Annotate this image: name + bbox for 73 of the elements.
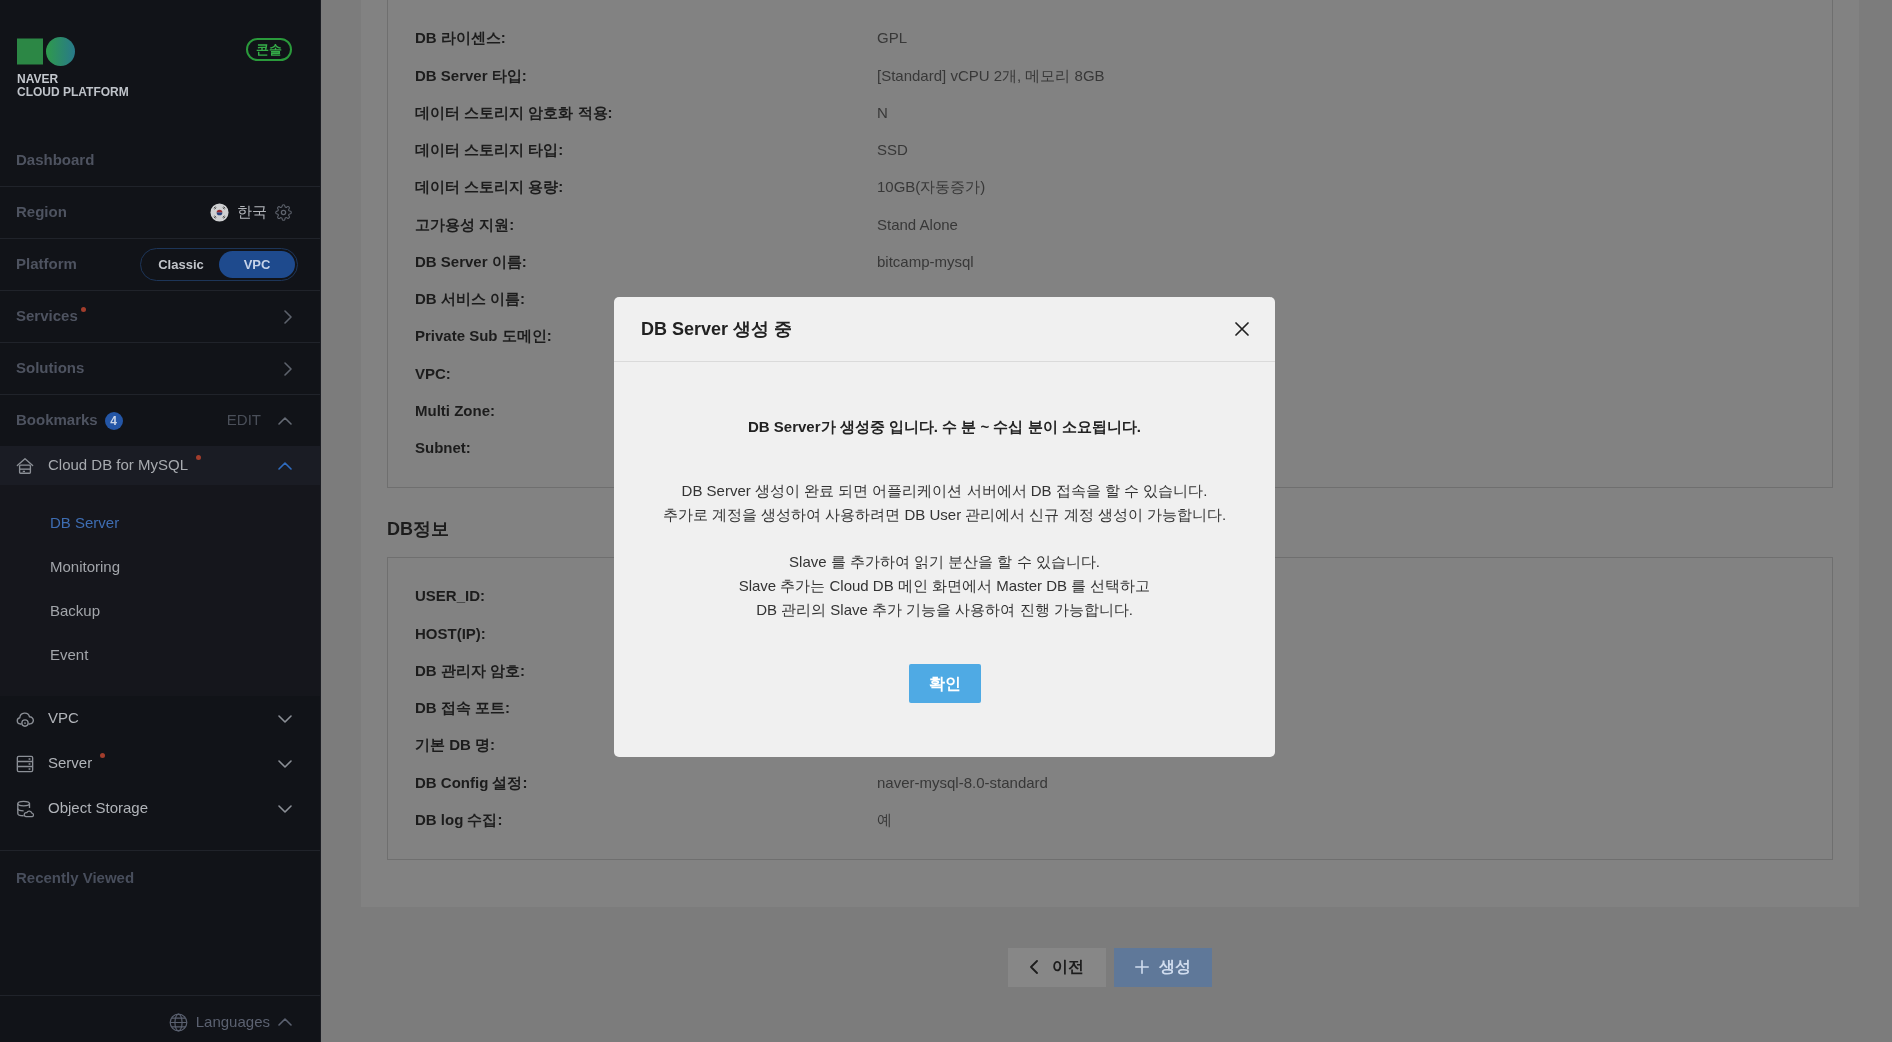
languages-button[interactable]: Languages: [168, 1010, 292, 1034]
submenu-item[interactable]: Monitoring: [50, 555, 121, 579]
chevron-left-icon: [1030, 960, 1038, 975]
logo-text: CLOUD PLATFORM: [17, 86, 129, 99]
settings-icon[interactable]: [275, 204, 292, 221]
field-label: 데이터 스토리지 타입:: [415, 140, 564, 161]
globe-icon: [168, 1012, 188, 1032]
platform-label: Platform: [16, 254, 77, 275]
house-icon: [16, 456, 34, 475]
close-icon[interactable]: [1235, 322, 1249, 336]
modal-title: DB Server 생성 중: [641, 317, 793, 341]
field-value: SSD: [877, 140, 908, 161]
modal-message: Slave 를 추가하여 읽기 분산을 할 수 있습니다. Slave 추가는 Cloud DB 메인 화면에서 Master DB 를 선택하고 DB 관리의 Slave 추가 기능을 사용하여 진행 가능합니다.: [738, 552, 1151, 620]
section-label: Bookmarks: [16, 410, 98, 431]
chevron-down-icon[interactable]: [278, 759, 292, 768]
field-label: Multi Zone:: [415, 400, 495, 421]
modal-headline: DB Server가 생성중 입니다. 수 분 ~ 수십 분이 소요됩니다.: [748, 417, 1141, 437]
menu-item[interactable]: VPC: [0, 696, 320, 741]
chevron-up-icon[interactable]: [278, 416, 292, 425]
console-button[interactable]: 콘솔: [246, 38, 292, 61]
field-label: DB 라이센스:: [415, 28, 506, 49]
field-label: DB log 수집:: [415, 809, 503, 830]
menu-item[interactable]: Server: [0, 741, 320, 786]
flag-icon: [210, 203, 229, 222]
chevron-up-icon[interactable]: [278, 461, 292, 470]
field-label: DB 관리자 암호:: [415, 660, 525, 681]
logo-icon: [17, 37, 75, 66]
field-value: naver-mysql-8.0-standard: [877, 772, 1048, 793]
count-badge: 4: [104, 411, 123, 430]
field-label: DB Server 이름:: [415, 251, 527, 272]
platform-tab[interactable]: Classic: [143, 251, 219, 278]
plus-icon: [1135, 960, 1149, 975]
field-label: DB Config 설정:: [415, 772, 528, 793]
field-value: [Standard] vCPU 2개, 메모리 8GB: [877, 65, 1105, 86]
region-value: 한국: [237, 202, 267, 223]
field-value: 예: [877, 809, 892, 830]
field-label: HOST(IP):: [415, 623, 486, 644]
region-label: Region: [16, 202, 67, 223]
field-value: Stand Alone: [877, 214, 958, 235]
submenu-item[interactable]: Backup: [50, 599, 101, 623]
menu-item[interactable]: Object Storage: [0, 786, 320, 831]
chevron-right-icon[interactable]: [284, 309, 292, 324]
field-label: USER_ID:: [415, 586, 485, 607]
logo-text: NAVER: [17, 73, 60, 86]
field-value: GPL: [877, 28, 907, 49]
platform-tab[interactable]: VPC: [219, 251, 295, 278]
cloud-lock-icon: [16, 709, 34, 728]
chevron-up-icon: [278, 1018, 292, 1026]
field-label: DB Server 타입:: [415, 65, 527, 86]
field-value: N: [877, 102, 888, 123]
submenu-item[interactable]: DB Server: [50, 511, 120, 535]
field-label: 데이터 스토리지 암호화 적용:: [415, 102, 613, 123]
modal-message: DB Server 생성이 완료 되면 어플리케이션 서버에서 DB 접속을 할 수 있습니다. 추가로 계정을 생성하여 사용하려면 DB User 관리에서 신규 계정 생성이 가능합니다.: [662, 481, 1227, 525]
field-label: 데이터 스토리지 용량:: [415, 177, 564, 198]
field-label: DB 접속 포트:: [415, 698, 510, 719]
field-label: 고가용성 지원:: [415, 214, 515, 235]
section-label: Recently Viewed: [16, 869, 135, 886]
field-label: Private Sub 도메인:: [415, 326, 552, 347]
back-button[interactable]: 이전: [1008, 947, 1106, 987]
field-label: 기본 DB 명:: [415, 735, 495, 756]
chevron-down-icon[interactable]: [278, 714, 292, 723]
field-label: VPC:: [415, 363, 451, 384]
field-label: DB 서비스 이름:: [415, 289, 525, 310]
chevron-right-icon[interactable]: [284, 361, 292, 376]
field-value: bitcamp-mysql: [877, 251, 974, 272]
field-value: 10GB(자동증가): [877, 177, 986, 198]
database-cloud-icon: [16, 799, 34, 818]
menu-item[interactable]: Cloud DB for MySQL: [0, 446, 320, 485]
section-title: DB정보: [387, 518, 449, 541]
submenu-item[interactable]: Event: [50, 643, 89, 667]
server-icon: [16, 754, 34, 773]
field-label: Subnet:: [415, 438, 471, 459]
chevron-down-icon[interactable]: [278, 804, 292, 813]
